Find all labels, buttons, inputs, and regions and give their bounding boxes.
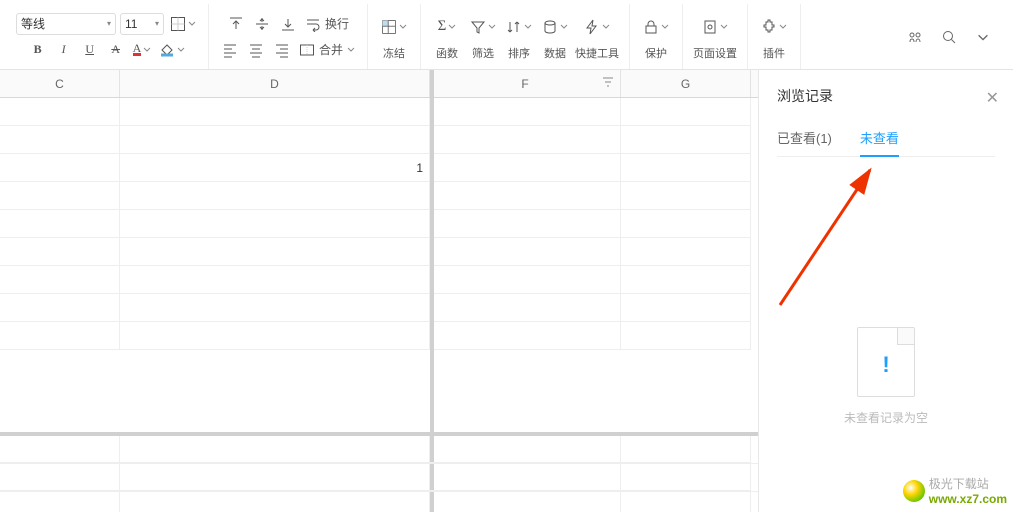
freeze-button[interactable] (378, 13, 410, 41)
col-header-d[interactable]: D (120, 70, 430, 97)
empty-state: ! 未查看记录为空 (777, 327, 995, 426)
protect-group: 保护 (630, 4, 683, 69)
bold-button[interactable]: B (27, 39, 49, 61)
column-headers: C D F G (0, 70, 758, 98)
search-icon[interactable] (939, 27, 959, 47)
watermark-url: www.xz7.com (929, 492, 1007, 506)
valign-bottom-button[interactable] (277, 13, 299, 35)
toolbar-right (891, 4, 1007, 69)
plugin-button[interactable] (758, 13, 790, 41)
protect-button[interactable] (640, 13, 672, 41)
quick-label: 快捷工具 (575, 45, 619, 61)
font-color-button[interactable]: A (131, 39, 154, 61)
empty-caption: 未查看记录为空 (777, 409, 995, 426)
chevron-down-icon: ▾ (107, 19, 111, 28)
border-button[interactable] (168, 13, 198, 35)
page-setup-button[interactable] (699, 13, 731, 41)
share-icon[interactable] (905, 27, 925, 47)
watermark-site: 极光下载站 (929, 475, 1007, 492)
cell-d3[interactable]: 1 (120, 154, 430, 182)
formula-group: Σ 函数 筛选 排序 数据 快捷工具 (421, 4, 630, 69)
protect-label: 保护 (645, 45, 667, 61)
function-label: 函数 (436, 45, 458, 61)
align-center-button[interactable] (245, 39, 267, 61)
valign-top-button[interactable] (225, 13, 247, 35)
watermark-logo-icon (903, 480, 925, 502)
close-icon[interactable]: ✕ (986, 88, 999, 108)
collapse-icon[interactable] (973, 27, 993, 47)
strike-button[interactable]: A (105, 39, 127, 61)
page-setup-label: 页面设置 (693, 45, 737, 61)
sort-button[interactable] (503, 13, 535, 41)
freeze-label: 冻结 (383, 45, 405, 61)
filter-label: 筛选 (472, 45, 494, 61)
spreadsheet-grid[interactable]: C D F G 1 (0, 70, 758, 512)
col-header-g[interactable]: G (621, 70, 751, 97)
italic-button[interactable]: I (53, 39, 75, 61)
wrap-text-label: 换行 (325, 15, 349, 32)
alignment-group: 换行 合并 (209, 4, 368, 69)
data-button[interactable] (539, 13, 571, 41)
panel-title: 浏览记录 (777, 86, 995, 106)
font-size-value: 11 (125, 17, 137, 31)
font-size-select[interactable]: 11 ▾ (120, 13, 164, 35)
filter-icon[interactable] (602, 76, 614, 91)
function-button[interactable]: Σ (431, 13, 463, 41)
freeze-group: 冻结 (368, 4, 421, 69)
filter-button[interactable] (467, 13, 499, 41)
valign-middle-button[interactable] (251, 13, 273, 35)
page-setup-group: 页面设置 (683, 4, 748, 69)
toolbar: 等线 ▾ 11 ▾ B I U A A (0, 0, 1013, 70)
history-panel: 浏览记录 ✕ 已查看(1) 未查看 ! 未查看记录为空 (758, 70, 1013, 512)
merge-cells-button[interactable]: 合并 (297, 39, 357, 61)
merge-label: 合并 (319, 41, 343, 58)
underline-button[interactable]: U (79, 39, 101, 61)
align-right-button[interactable] (271, 39, 293, 61)
sort-label: 排序 (508, 45, 530, 61)
align-left-button[interactable] (219, 39, 241, 61)
wrap-text-button[interactable]: 换行 (303, 13, 351, 35)
chevron-down-icon: ▾ (155, 19, 159, 28)
panel-tabs: 已查看(1) 未查看 (777, 122, 995, 157)
col-header-f-label: F (521, 77, 528, 91)
plugin-label: 插件 (763, 45, 785, 61)
quick-tools-button[interactable] (581, 13, 613, 41)
tab-viewed[interactable]: 已查看(1) (777, 122, 832, 156)
font-family-select[interactable]: 等线 ▾ (16, 13, 116, 35)
empty-doc-icon: ! (857, 327, 915, 397)
tab-unviewed[interactable]: 未查看 (860, 122, 899, 157)
font-family-value: 等线 (21, 15, 45, 32)
data-label: 数据 (544, 45, 566, 61)
plugin-group: 插件 (748, 4, 801, 69)
col-header-c[interactable]: C (0, 70, 120, 97)
fill-color-button[interactable] (157, 39, 187, 61)
watermark: 极光下载站 www.xz7.com (903, 475, 1007, 506)
font-group: 等线 ▾ 11 ▾ B I U A A (6, 4, 209, 69)
col-header-f[interactable]: F (430, 70, 621, 97)
